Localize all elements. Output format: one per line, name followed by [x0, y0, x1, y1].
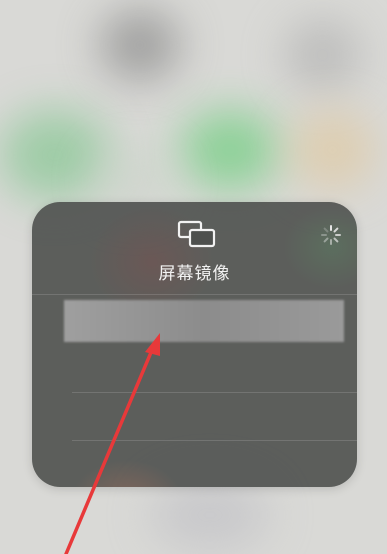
home-screen-blurred-background: 屏幕镜像: [0, 0, 387, 554]
background-app-icon-blur: [95, 150, 175, 210]
loading-spinner-icon: [321, 225, 341, 245]
device-list-item-selected[interactable]: [64, 300, 344, 342]
device-list-item[interactable]: [72, 394, 337, 440]
divider: [32, 294, 357, 295]
screen-mirroring-panel: 屏幕镜像: [32, 202, 357, 487]
background-app-icon-blur: [285, 20, 360, 90]
screen-mirroring-icon: [177, 220, 216, 248]
background-app-icon-blur: [180, 110, 280, 190]
panel-title: 屏幕镜像: [158, 264, 231, 284]
background-app-icon-blur: [290, 110, 375, 190]
background-app-icon-blur: [150, 480, 270, 550]
device-list-item[interactable]: [72, 346, 337, 392]
divider: [72, 440, 357, 441]
background-app-icon-blur: [0, 110, 110, 200]
divider: [72, 392, 357, 393]
background-app-icon-blur: [100, 10, 180, 80]
